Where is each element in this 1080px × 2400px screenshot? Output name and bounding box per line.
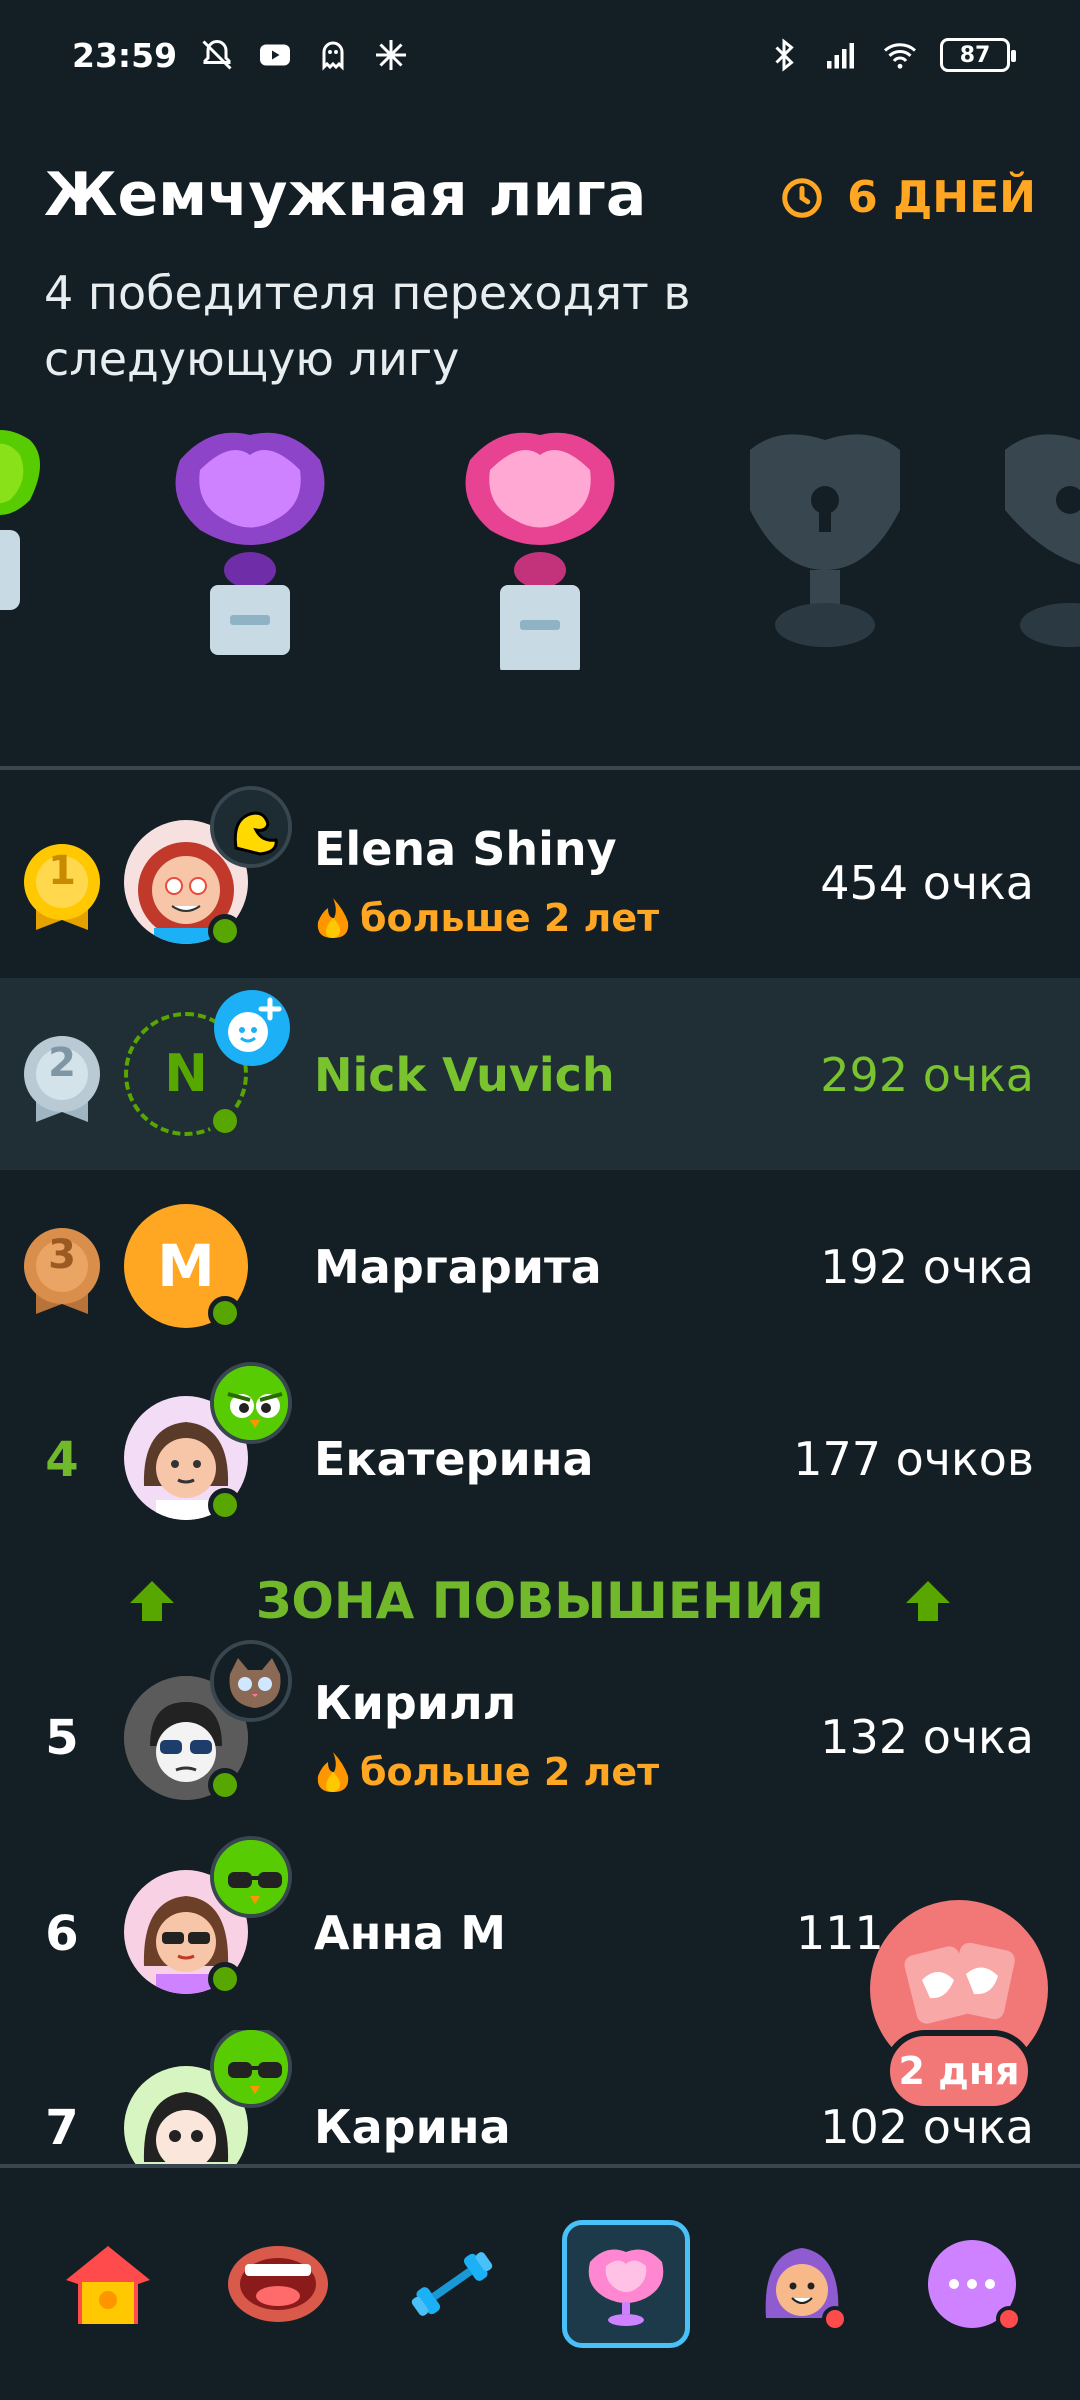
nav-home[interactable]: [44, 2220, 172, 2348]
mouth-icon: [228, 2246, 328, 2322]
owl-mascot-icon: [214, 1366, 288, 1440]
player-name: Карина: [314, 2100, 511, 2154]
amethyst-league-trophy-icon: [175, 432, 325, 655]
leaderboard-row[interactable]: 5 Кирилл больше 2 лет 132 очка: [0, 1640, 1080, 1832]
player-name: Екатерина: [314, 1432, 594, 1486]
locked-trophy-icon: [750, 434, 900, 647]
wifi-icon: [884, 43, 916, 69]
online-status-dot: [208, 1768, 242, 1802]
rank-number: 2: [48, 1040, 76, 1086]
nav-speaking[interactable]: [214, 2220, 342, 2348]
promotion-zone-label: ЗОНА ПОВЫШЕНИЯ: [255, 1572, 825, 1630]
home-icon: [66, 2246, 150, 2324]
days-left-label: 6 ДНЕЙ: [847, 172, 1036, 223]
nav-more[interactable]: [908, 2220, 1036, 2348]
nav-practice[interactable]: [388, 2220, 516, 2348]
online-status-dot: [208, 1488, 242, 1522]
player-name: Elena Shiny: [314, 822, 617, 876]
bicep-icon: [214, 790, 288, 864]
nav-profile[interactable]: [738, 2220, 866, 2348]
friends-quest-timer[interactable]: 2 дня: [884, 2030, 1034, 2112]
rank-number: 1: [48, 848, 76, 894]
trophy-icon: [588, 2249, 664, 2326]
clock: 23:59: [72, 35, 178, 75]
player-name: Анна М: [314, 1906, 506, 1960]
friend-avatar-badge: [210, 1362, 292, 1444]
friend-avatar-badge: [210, 2030, 292, 2108]
dumbbell-icon: [411, 2252, 493, 2316]
pearl-league-trophy-icon: [465, 432, 615, 670]
arrow-up-icon: [129, 1581, 174, 1621]
friend-avatar-badge: [210, 1836, 292, 1918]
league-subtitle: 4 победителя переходят в следующую лигу: [44, 266, 691, 386]
section-divider: [0, 766, 1080, 770]
streak-label: больше 2 лет: [314, 896, 659, 940]
leaderboard-row[interactable]: 4 Екатерина 177 очков: [0, 1362, 1080, 1554]
status-right: 87: [766, 37, 1016, 73]
rank-number: 6: [45, 1906, 79, 1962]
streak-text: больше 2 лет: [360, 1750, 660, 1794]
owl-sunglasses-icon: [214, 2030, 288, 2104]
locked-trophy-icon: [1005, 434, 1080, 647]
online-status-dot: [208, 914, 242, 948]
cat-icon: [214, 1644, 288, 1718]
bell-off-icon: [202, 39, 232, 70]
add-avatar-badge[interactable]: [214, 990, 290, 1066]
fire-icon: [317, 898, 349, 938]
player-name: Маргарита: [314, 1240, 602, 1294]
friend-avatar-badge: [210, 1640, 292, 1722]
owl-sunglasses-icon: [214, 1840, 288, 1914]
status-left: 23:59: [72, 36, 409, 75]
leaderboard-row[interactable]: 1 Elena Shiny больше 2 лет 454 очка: [0, 786, 1080, 978]
notification-dot: [822, 2306, 848, 2332]
status-bar: 23:59 87: [0, 0, 1080, 110]
points-value: 132 очка: [820, 1710, 1034, 1764]
league-title: Жемчужная лига: [44, 160, 647, 230]
fire-icon: [317, 1752, 349, 1792]
rank-number: 3: [48, 1232, 76, 1278]
online-status-dot: [208, 1104, 242, 1138]
days-left-timer: 6 ДНЕЙ: [779, 172, 1036, 223]
add-avatar-icon: [228, 997, 282, 1052]
battery-indicator: 87: [940, 38, 1016, 72]
youtube-icon: [260, 44, 291, 66]
online-status-dot: [208, 1962, 242, 1996]
bluetooth-icon: [775, 38, 794, 72]
bottom-navigation: [0, 2164, 1080, 2400]
clock-icon: [782, 177, 822, 218]
points-value: 177 очков: [793, 1432, 1034, 1486]
signal-icon: [827, 43, 854, 69]
leaderboard-row-current-user[interactable]: 2 N Nick Vuvich 292 очка: [0, 978, 1080, 1170]
promotion-zone-divider: ЗОНА ПОВЫШЕНИЯ: [0, 1564, 1080, 1638]
ghost-icon: [322, 41, 344, 71]
friend-avatar-badge: [210, 786, 292, 868]
points-value: 292 очка: [820, 1048, 1034, 1102]
rank-number: 4: [45, 1432, 79, 1488]
notification-dot: [996, 2306, 1022, 2332]
rank-number: 5: [45, 1710, 79, 1766]
rank-number: 7: [45, 2100, 79, 2156]
leaderboard-row[interactable]: 3 M Маргарита 192 очка: [0, 1170, 1080, 1362]
points-value: 454 очка: [820, 856, 1034, 910]
streak-text: больше 2 лет: [360, 896, 660, 940]
online-status-dot: [208, 1296, 242, 1330]
nav-leaderboard[interactable]: [562, 2220, 690, 2348]
streak-label: больше 2 лет: [314, 1750, 659, 1794]
league-trophies[interactable]: [0, 420, 1080, 700]
sparkle-icon: [376, 40, 407, 70]
emerald-league-trophy-icon: [0, 430, 40, 610]
points-value: 192 очка: [820, 1240, 1034, 1294]
player-name: Nick Vuvich: [314, 1048, 615, 1102]
player-name: Кирилл: [314, 1676, 517, 1730]
arrow-up-icon: [906, 1581, 951, 1621]
